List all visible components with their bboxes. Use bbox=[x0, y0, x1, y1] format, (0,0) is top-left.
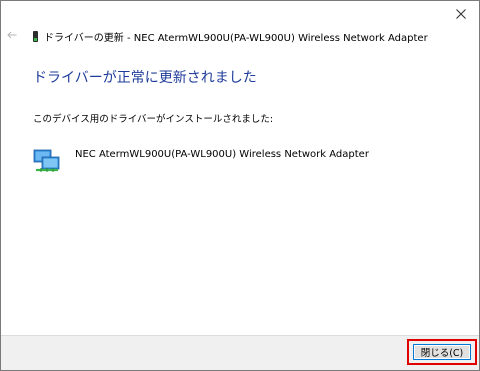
installed-device: NEC AtermWL900U(PA-WL900U) Wireless Netw… bbox=[33, 146, 369, 174]
close-button[interactable]: 閉じる(C) bbox=[413, 344, 471, 360]
device-name: NEC AtermWL900U(PA-WL900U) Wireless Netw… bbox=[75, 149, 369, 160]
network-adapter-icon bbox=[33, 149, 60, 172]
back-button[interactable] bbox=[5, 28, 19, 42]
driver-update-window: ドライバーの更新 - NEC AtermWL900U(PA-WL900U) Wi… bbox=[0, 0, 480, 371]
close-icon bbox=[456, 9, 466, 19]
success-heading: ドライバーが正常に更新されました bbox=[33, 70, 257, 86]
back-arrow-icon bbox=[7, 31, 17, 39]
window-title-bar: ドライバーの更新 - NEC AtermWL900U(PA-WL900U) Wi… bbox=[33, 29, 428, 44]
highlight-box: 閉じる(C) bbox=[407, 339, 477, 365]
usb-device-icon bbox=[33, 31, 38, 42]
window-title: ドライバーの更新 - NEC AtermWL900U(PA-WL900U) Wi… bbox=[44, 33, 428, 44]
installed-message: このデバイス用のドライバーがインストールされました: bbox=[33, 114, 274, 125]
close-window-button[interactable] bbox=[449, 4, 473, 24]
dialog-footer: 閉じる(C) bbox=[1, 335, 479, 370]
